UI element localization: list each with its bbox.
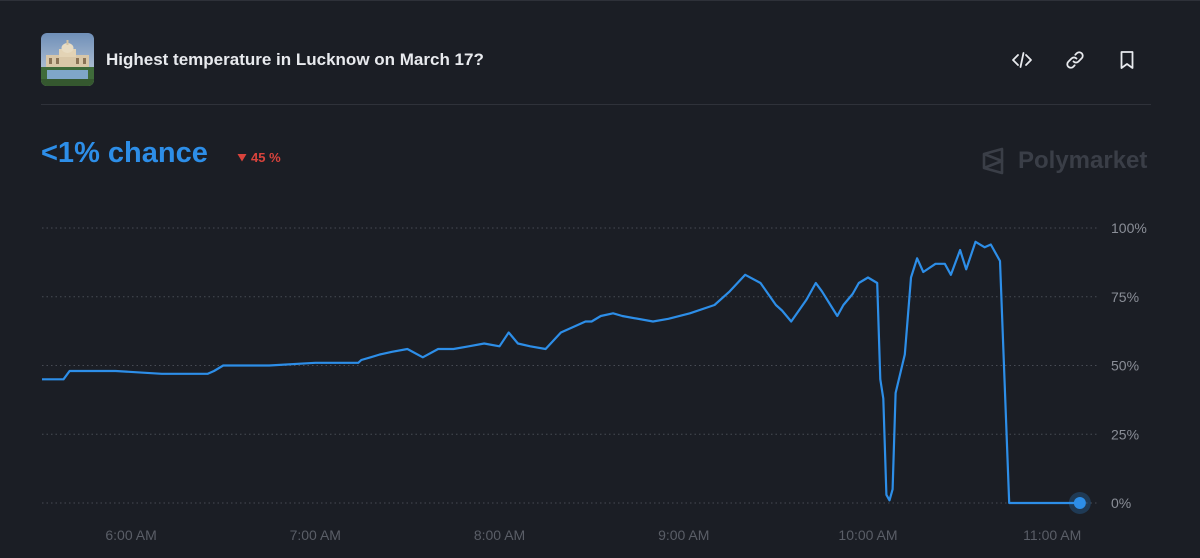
- x-tick-label: 11:00 AM: [1023, 527, 1081, 543]
- palace-image-icon: [41, 33, 94, 86]
- end-point-marker: [1073, 497, 1086, 509]
- triangle-down-icon: [237, 154, 247, 162]
- market-thumbnail: [41, 33, 94, 86]
- header-divider: [41, 104, 1151, 105]
- bookmark-icon: [1120, 51, 1134, 69]
- polymarket-watermark: Polymarket: [980, 147, 1147, 175]
- change-value: 45 %: [251, 150, 281, 165]
- y-tick-label: 50%: [1111, 358, 1139, 374]
- x-tick-label: 7:00 AM: [290, 527, 341, 543]
- y-tick-label: 75%: [1111, 289, 1139, 305]
- link-icon: [1066, 51, 1084, 69]
- x-tick-label: 6:00 AM: [105, 527, 156, 543]
- polymarket-logo-icon: [982, 147, 1004, 175]
- market-header: Highest temperature in Lucknow on March …: [41, 33, 1151, 87]
- y-tick-label: 0%: [1111, 495, 1131, 511]
- chance-value: <1% chance: [41, 137, 208, 169]
- market-card: Highest temperature in Lucknow on March …: [0, 0, 1200, 558]
- x-tick-label: 8:00 AM: [474, 527, 525, 543]
- market-title: Highest temperature in Lucknow on March …: [106, 50, 484, 69]
- chart-grid: [42, 227, 1098, 504]
- change-indicator: 45 %: [237, 150, 281, 165]
- x-tick-label: 10:00 AM: [838, 527, 897, 543]
- y-axis-ticks: 100% 75% 50% 25% 0%: [1111, 220, 1147, 511]
- y-tick-label: 100%: [1111, 220, 1147, 236]
- bookmark-button[interactable]: [1114, 47, 1140, 73]
- embed-button[interactable]: [1009, 47, 1035, 73]
- y-tick-label: 25%: [1111, 426, 1139, 442]
- series-line: [42, 240, 1080, 505]
- price-history-chart: 100% 75% 50% 25% 0% 6:00 AM 7:00 AM 8:00 AM 9:0…: [42, 220, 1147, 543]
- x-axis-ticks: 6:00 AM 7:00 AM 8:00 AM 9:00 AM 10:00 AM 11:0…: [105, 527, 1081, 543]
- x-tick-label: 9:00 AM: [658, 527, 709, 543]
- chart-series: [42, 240, 1091, 514]
- brand-name: Polymarket: [1018, 147, 1148, 174]
- code-icon: [1012, 52, 1032, 68]
- copy-link-button[interactable]: [1062, 47, 1088, 73]
